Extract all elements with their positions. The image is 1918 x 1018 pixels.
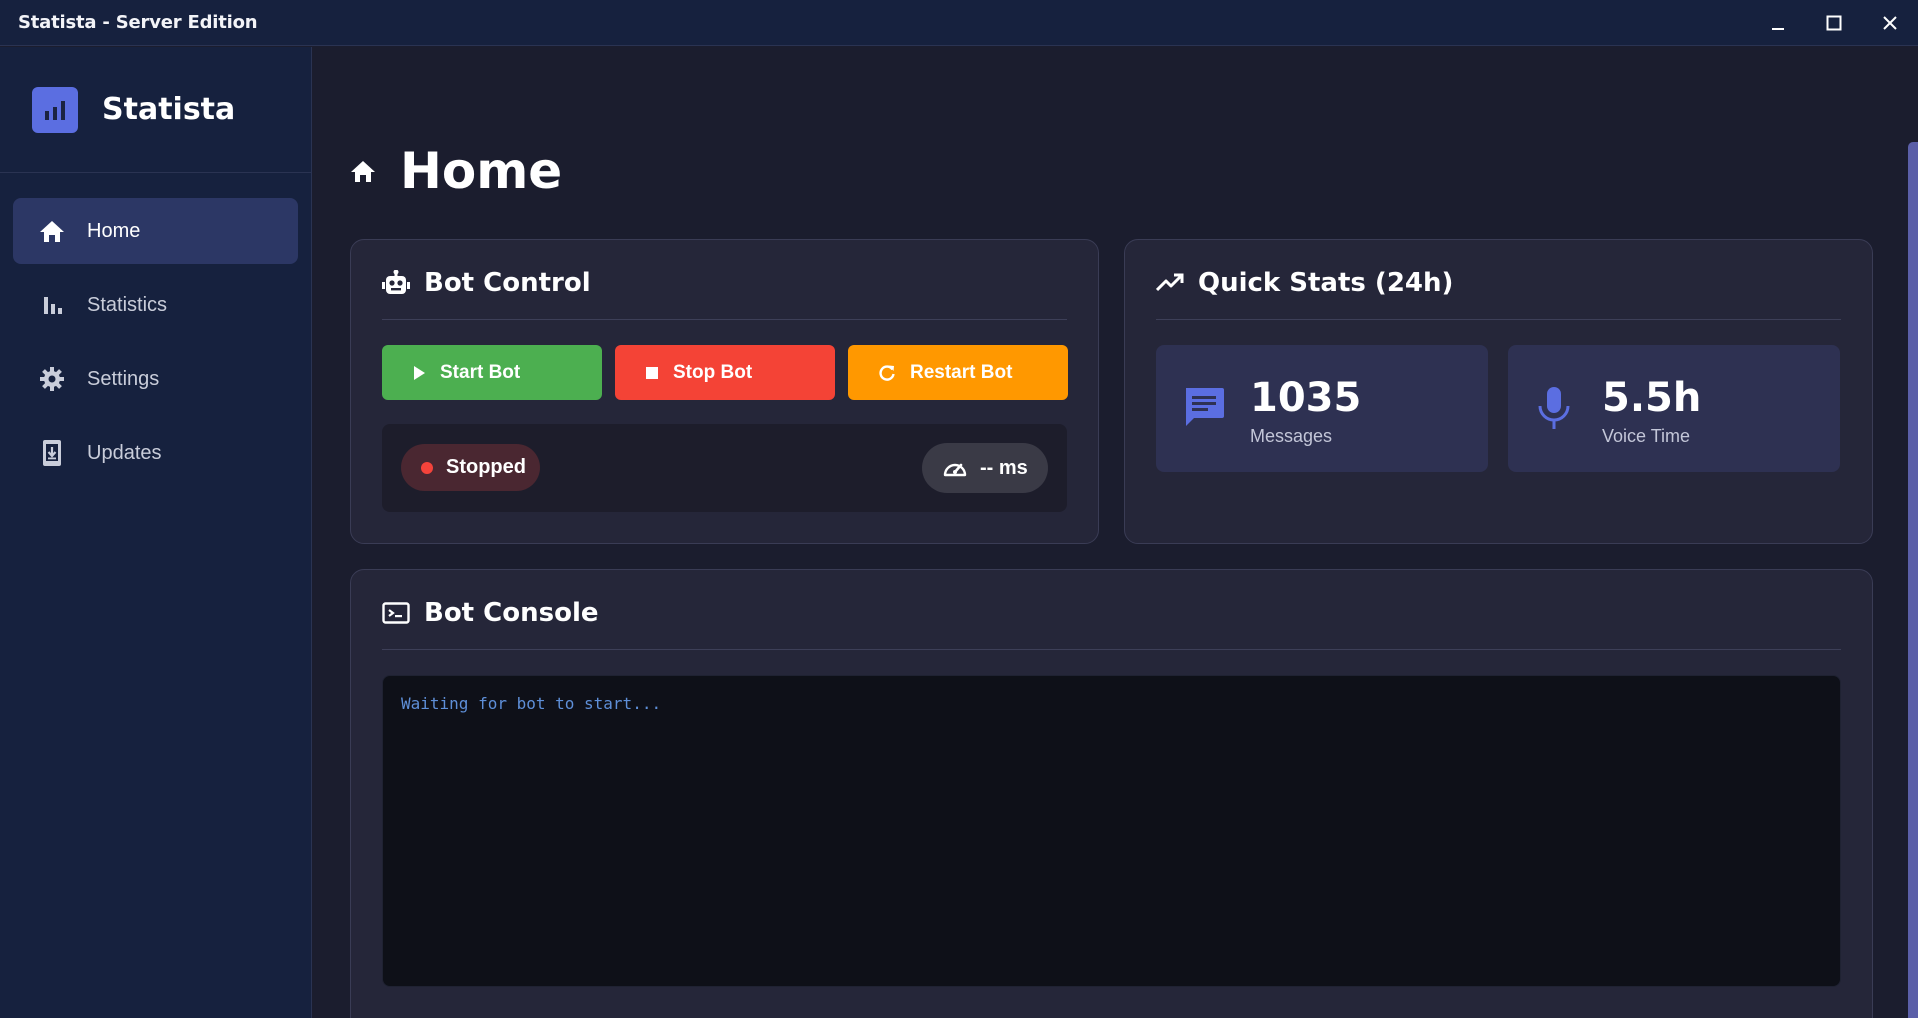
stop-bot-button[interactable]: Stop Bot — [615, 345, 835, 400]
voice-time-label: Voice Time — [1602, 426, 1691, 446]
sidebar-item-updates[interactable]: Updates — [13, 420, 298, 486]
status-panel: Stopped -- ms — [382, 424, 1067, 512]
main-content: Home Bot Control Start Bot Stop Bot Rest… — [313, 47, 1918, 1018]
console-output[interactable]: Waiting for bot to start... — [382, 675, 1841, 987]
sidebar-item-label: Updates — [87, 441, 162, 464]
gear-icon — [39, 366, 65, 392]
home-icon — [39, 218, 65, 244]
scrollbar-track[interactable] — [1908, 47, 1918, 1018]
sidebar-item-statistics[interactable]: Statistics — [13, 272, 298, 338]
sidebar-item-label: Statistics — [87, 293, 168, 316]
card-header: Bot Control — [382, 268, 1067, 320]
ping-badge: -- ms — [922, 443, 1048, 493]
page-title: Home — [400, 142, 563, 200]
sidebar-item-home[interactable]: Home — [13, 198, 298, 264]
trending-up-icon — [1156, 268, 1184, 298]
speedometer-icon — [943, 463, 967, 477]
card-title: Bot Console — [424, 598, 599, 628]
message-icon — [1182, 385, 1226, 434]
card-header: Bot Console — [382, 598, 1841, 650]
voice-time-stat: 5.5h Voice Time — [1508, 345, 1840, 472]
robot-icon — [382, 268, 410, 298]
sidebar-item-settings[interactable]: Settings — [13, 346, 298, 412]
window-title: Statista - Server Edition — [18, 12, 258, 33]
terminal-icon — [382, 598, 410, 628]
bot-control-card: Bot Control Start Bot Stop Bot Restart B… — [350, 239, 1099, 544]
messages-label: Messages — [1250, 426, 1333, 446]
bar-chart-icon — [39, 292, 65, 318]
download-icon — [39, 440, 65, 466]
messages-value: 1035 — [1250, 375, 1362, 421]
microphone-icon — [1534, 385, 1574, 436]
minimize-button[interactable] — [1750, 0, 1806, 46]
sidebar-nav: Home Statistics Settings Updates — [0, 173, 311, 486]
refresh-icon — [879, 364, 895, 381]
restart-bot-button[interactable]: Restart Bot — [848, 345, 1068, 400]
sidebar-item-label: Settings — [87, 367, 160, 390]
bar-chart-icon — [32, 86, 78, 133]
sidebar-item-label: Home — [87, 219, 141, 242]
home-icon — [351, 161, 375, 182]
console-text: Waiting for bot to start... — [401, 694, 662, 713]
card-title: Quick Stats (24h) — [1198, 268, 1454, 298]
page-header: Home — [350, 142, 562, 200]
sidebar: Statista Home Statistics Settings Update… — [0, 47, 312, 1018]
status-dot-icon — [421, 461, 433, 474]
status-badge: Stopped — [401, 444, 540, 491]
card-title: Bot Control — [424, 268, 591, 298]
close-button[interactable] — [1862, 0, 1918, 46]
quick-stats-card: Quick Stats (24h) 1035 Messages 5.5h Voi… — [1124, 239, 1873, 544]
brand: Statista — [0, 47, 311, 173]
scrollbar-thumb[interactable] — [1908, 142, 1918, 1018]
messages-stat: 1035 Messages — [1156, 345, 1488, 472]
minimize-icon — [1772, 28, 1784, 30]
brand-name: Statista — [102, 92, 236, 127]
start-bot-button[interactable]: Start Bot — [382, 345, 602, 400]
maximize-icon — [1826, 15, 1842, 31]
voice-time-value: 5.5h — [1602, 375, 1702, 421]
stop-icon — [646, 366, 658, 379]
bot-console-card: Bot Console Waiting for bot to start... — [350, 569, 1873, 1018]
window-controls — [1750, 0, 1918, 46]
play-icon — [414, 365, 425, 380]
maximize-button[interactable] — [1806, 0, 1862, 46]
close-icon — [1883, 16, 1897, 30]
title-bar: Statista - Server Edition — [0, 0, 1918, 46]
card-header: Quick Stats (24h) — [1156, 268, 1841, 320]
